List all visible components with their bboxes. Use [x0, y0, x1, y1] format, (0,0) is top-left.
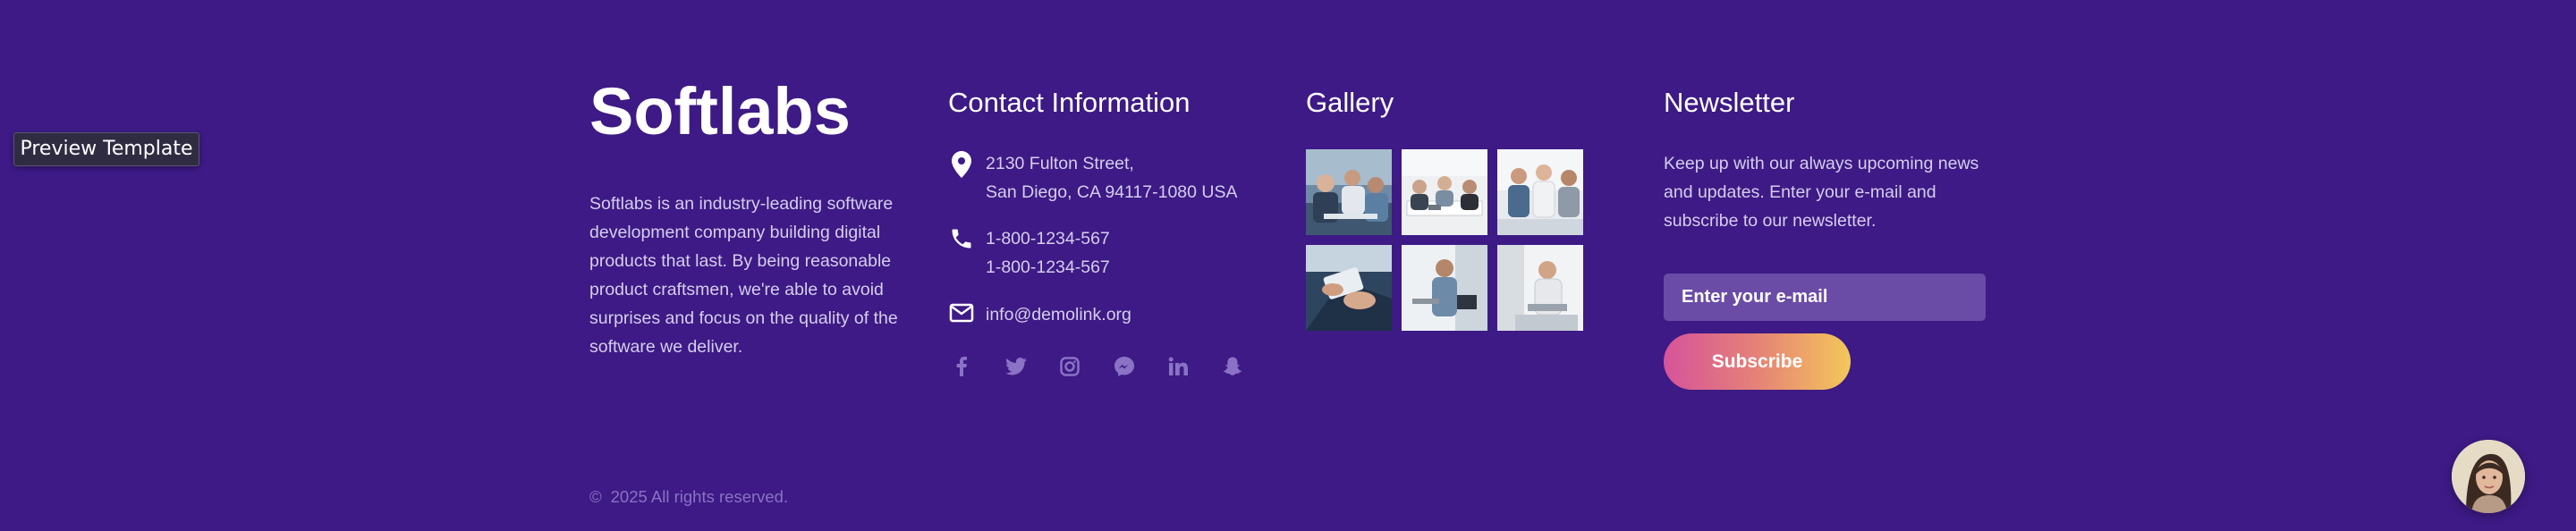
newsletter-text: Keep up with our always upcoming news an…	[1664, 154, 1979, 231]
gallery-thumbnail[interactable]	[1402, 245, 1487, 331]
newsletter-heading: Newsletter	[1664, 87, 1795, 118]
contact-heading: Contact Information	[948, 87, 1191, 118]
address-line-1: 2130 Fulton Street,	[986, 154, 1134, 173]
mail-icon	[948, 302, 975, 331]
chat-avatar[interactable]	[2452, 440, 2525, 513]
twitter-icon[interactable]	[1003, 353, 1030, 380]
instagram-icon[interactable]	[1056, 353, 1083, 380]
brand-logo[interactable]: Softlabs	[589, 72, 851, 152]
email-field[interactable]	[1664, 274, 1986, 321]
copyright-symbol: ©	[589, 487, 602, 506]
contact-address: 2130 Fulton Street, San Diego, CA 94117-…	[948, 149, 1238, 206]
address-line-2: San Diego, CA 94117-1080 USA	[986, 182, 1238, 202]
gallery-grid	[1306, 149, 1585, 331]
social-links	[948, 353, 1274, 380]
location-pin-icon	[948, 151, 975, 180]
gallery-thumbnail[interactable]	[1402, 149, 1487, 235]
phone-number-2[interactable]: 1-800-1234-567	[986, 253, 1110, 282]
linkedin-icon[interactable]	[1165, 353, 1191, 380]
copyright-text: 2025 All rights reserved.	[610, 487, 789, 506]
gallery-thumbnail[interactable]	[1306, 245, 1392, 331]
contact-email: info@demolink.org	[948, 300, 1131, 331]
gallery-heading: Gallery	[1306, 87, 1394, 118]
preview-template-button[interactable]: Preview Template	[13, 132, 199, 166]
gallery-thumbnail[interactable]	[1497, 245, 1583, 331]
phone-number-1[interactable]: 1-800-1234-567	[986, 224, 1110, 253]
facebook-icon[interactable]	[948, 353, 975, 380]
contact-phone: 1-800-1234-567 1-800-1234-567	[948, 224, 1110, 282]
gallery-thumbnail[interactable]	[1306, 149, 1392, 235]
gallery-thumbnail[interactable]	[1497, 149, 1583, 235]
phone-icon	[948, 226, 975, 255]
snapchat-icon[interactable]	[1219, 353, 1246, 380]
subscribe-button[interactable]: Subscribe	[1664, 333, 1851, 390]
email-link[interactable]: info@demolink.org	[986, 300, 1131, 329]
footer-page: Preview Template Softlabs Softlabs is an…	[0, 0, 2576, 531]
about-text: Softlabs is an industry-leading software…	[589, 194, 898, 357]
copyright: © 2025 All rights reserved.	[589, 485, 788, 510]
messenger-icon[interactable]	[1111, 353, 1138, 380]
